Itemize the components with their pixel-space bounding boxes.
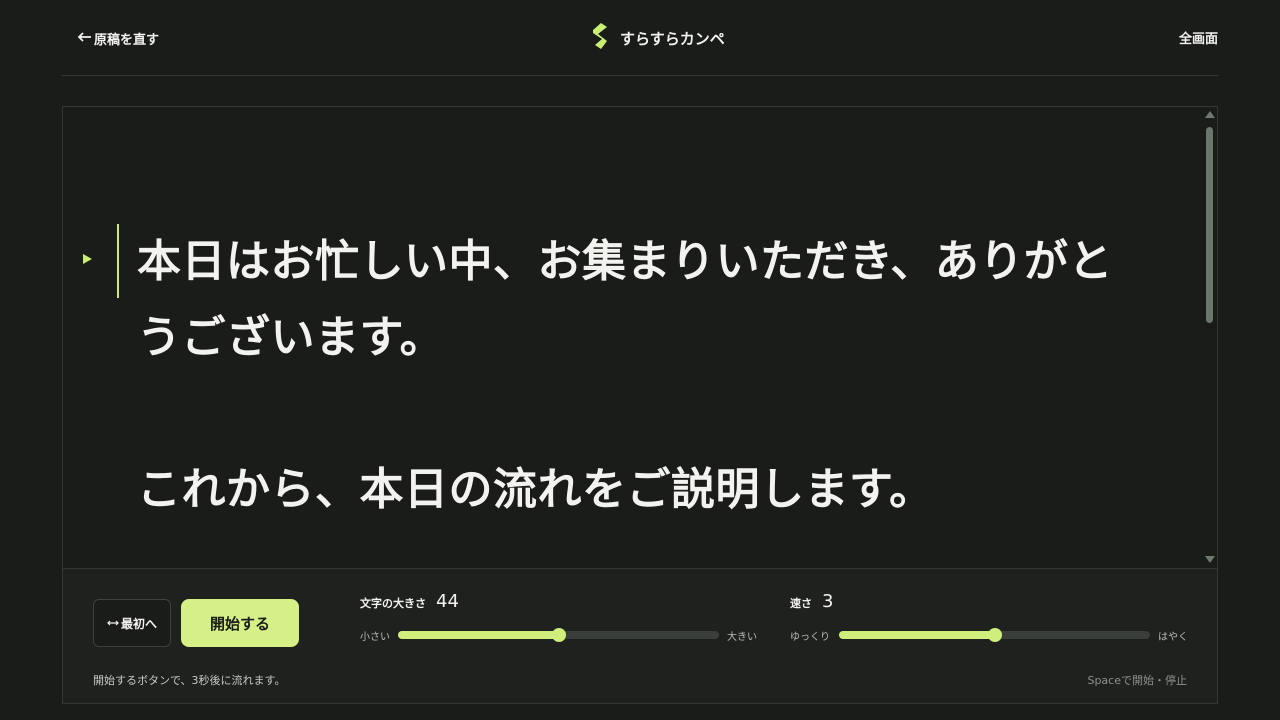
font-size-max-label: 大きい <box>727 632 757 643</box>
brand: すらすらカンペ <box>590 22 725 54</box>
speed-label: 速さ <box>790 597 812 610</box>
speed-slider-thumb[interactable] <box>987 628 1002 642</box>
start-button[interactable]: 開始する <box>181 599 299 647</box>
font-size-label: 文字の大きさ <box>360 597 426 610</box>
speed-slider-fill <box>839 631 995 639</box>
speed-control: 速さ 3 ゆっくり はやく <box>790 591 1188 645</box>
font-size-slider-thumb[interactable] <box>551 628 566 642</box>
speed-slider[interactable] <box>839 628 1150 642</box>
back-to-edit-link[interactable]: 原稿を直す <box>77 28 160 48</box>
reset-arrows-icon <box>107 616 119 630</box>
scroll-thumb[interactable] <box>1206 127 1213 323</box>
restart-button[interactable]: 最初へ <box>93 599 171 647</box>
app-header: 原稿を直す すらすらカンペ 全画面 <box>62 0 1218 76</box>
prompter-stage[interactable]: 本日はお忙しい中、お集まりいただき、ありがとうございます。 これから、本日の流れ… <box>62 106 1218 568</box>
speed-max-label: はやく <box>1158 632 1188 643</box>
speed-value: 3 <box>822 591 834 612</box>
logo-s-icon <box>590 21 612 55</box>
restart-label: 最初へ <box>120 616 157 631</box>
font-size-slider-fill <box>398 631 559 639</box>
keyboard-hint: Spaceで開始・停止 <box>1087 674 1187 687</box>
font-size-min-label: 小さい <box>360 632 390 643</box>
fullscreen-button[interactable]: 全画面 <box>1138 28 1218 48</box>
scroll-down-icon[interactable] <box>1205 556 1215 563</box>
script-text: 本日はお忙しい中、お集まりいただき、ありがとうございます。 これから、本日の流れ… <box>137 224 1147 568</box>
play-marker-icon <box>83 254 92 264</box>
font-size-value: 44 <box>436 591 459 612</box>
script-paragraph: 本日はお忙しい中、お集まりいただき、ありがとうございます。 <box>137 236 1113 363</box>
back-label: 原稿を直す <box>94 32 160 48</box>
font-size-control: 文字の大きさ 44 小さい 大きい <box>360 591 758 645</box>
brand-name: すらすらカンペ <box>620 29 725 48</box>
scroll-up-icon[interactable] <box>1205 111 1215 118</box>
control-panel: 最初へ 開始する 文字の大きさ 44 小さい 大きい 速さ 3 ゆっくり はやく… <box>62 568 1218 704</box>
start-hint: 開始するボタンで、3秒後に流れます。 <box>93 674 286 687</box>
font-size-slider[interactable] <box>398 628 719 642</box>
current-line-indicator <box>117 224 119 298</box>
arrow-left-icon <box>77 31 92 46</box>
speed-min-label: ゆっくり <box>790 632 830 643</box>
scrollbar[interactable] <box>1203 111 1215 563</box>
script-paragraph: これから、本日の流れをご説明します。 <box>137 464 934 515</box>
